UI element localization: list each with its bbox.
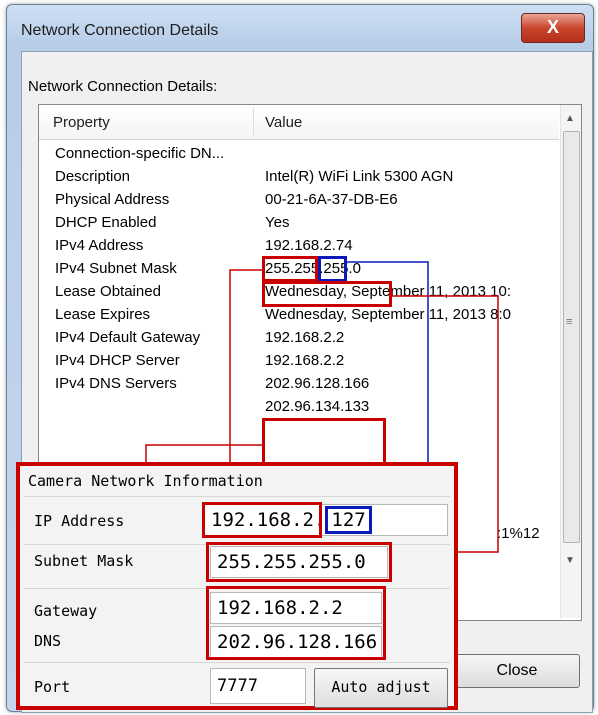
camera-panel-title: Camera Network Information [28,472,263,490]
camera-gateway-dns-highlight [206,586,386,660]
divider [24,496,450,497]
ip-address-label: IP Address [34,512,125,530]
camera-ip-highlight [202,502,322,538]
camera-subnet-highlight [206,542,392,582]
subnet-mask-label: Subnet Mask [34,552,134,570]
camera-network-panel: Camera Network Information IP Address 19… [16,462,458,710]
dns-label: DNS [34,632,62,650]
auto-adjust-button[interactable]: Auto adjust [314,668,448,708]
ip-suffix-text: 127 [325,506,372,534]
gateway-label: Gateway [34,602,98,620]
divider [24,662,450,663]
port-field[interactable]: 7777 [210,668,306,704]
port-label: Port [34,678,71,696]
